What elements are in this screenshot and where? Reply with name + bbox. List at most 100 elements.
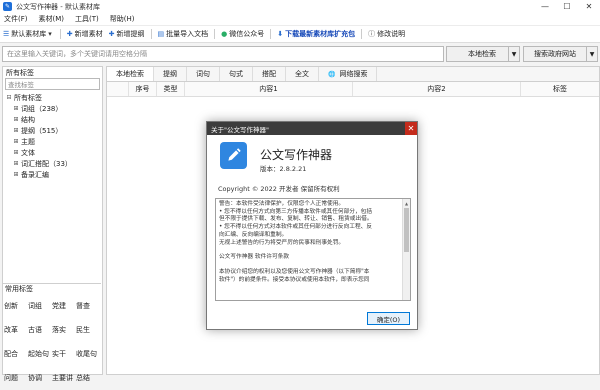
- add-icon: ✚: [66, 30, 73, 38]
- common-tag[interactable]: 配合: [4, 342, 28, 366]
- menu-bar: 文件(F) 素材(M) 工具(T) 帮助(H): [0, 13, 600, 26]
- maximize-button[interactable]: ☐: [556, 0, 578, 13]
- license-text-box[interactable]: 警告：本软件受法律保护，仅限您个人正常使用。 • 您不得以任何方式向第三方传播本软…: [215, 198, 411, 301]
- menu-help[interactable]: 帮助(H): [110, 14, 135, 24]
- license-text-line: 无视上述警告的行为将受严厉的民事和刑事处罚。: [219, 239, 345, 246]
- column-header-tags[interactable]: 标签: [521, 82, 599, 96]
- menu-file[interactable]: 文件(F): [4, 14, 28, 24]
- all-tags-title: 所有标签: [6, 68, 34, 77]
- tab-3[interactable]: 句式: [220, 67, 253, 81]
- tag-tree-item[interactable]: ⊞ 文体: [3, 147, 102, 158]
- gov-search-dropdown[interactable]: ▼: [586, 46, 598, 62]
- tag-filter-input[interactable]: 查找标签: [5, 78, 100, 90]
- tab-bar: 本地检索 提纲 词句 句式 搭配 全文 🌐 网络搜索: [107, 67, 599, 82]
- tag-tree-item[interactable]: ⊞ 词组（238）: [3, 103, 102, 114]
- download-pack-link[interactable]: ⬇ 下载最新素材库扩充包: [277, 29, 355, 39]
- change-log-button[interactable]: ⓘ 修改说明: [368, 29, 405, 39]
- expand-icon[interactable]: ⊞: [12, 160, 20, 167]
- common-tag[interactable]: 词组: [28, 294, 52, 318]
- tag-tree-item[interactable]: ⊞ 词汇搭配（33）: [3, 158, 102, 169]
- tab-1[interactable]: 提纲: [154, 67, 187, 81]
- chevron-down-icon: ▼: [589, 50, 595, 58]
- dialog-copyright: Copyright © 2022 开发者 保留所有权利: [218, 185, 340, 193]
- common-tag[interactable]: 古语: [28, 318, 52, 342]
- toolbar-divider: [214, 29, 216, 39]
- tab-label: 本地检索: [116, 70, 144, 78]
- common-tags-grid: 创新 词组 党建 督查改革 古语 落实 民生配合 起始句 实干 收尾句问题 协调 主要讲 总结: [4, 294, 101, 390]
- common-tag[interactable]: 改革: [4, 318, 28, 342]
- common-tag[interactable]: 落实: [52, 318, 76, 342]
- tab-0[interactable]: 本地检索: [107, 67, 154, 81]
- expand-icon[interactable]: ⊞: [12, 138, 20, 145]
- library-icon: ☰: [3, 30, 10, 38]
- column-header-type[interactable]: 类型: [157, 82, 185, 96]
- common-tag[interactable]: 主要讲: [52, 366, 76, 390]
- new-material-button[interactable]: ✚ 新增素材: [67, 29, 103, 39]
- tag-tree-label: 词组（238）: [21, 104, 63, 113]
- search-row: 在这里输入关键词，多个关键词请用空格分隔 本地检索 ▼ 搜索政府网站 ▼: [0, 45, 600, 63]
- common-tag[interactable]: 收尾句: [76, 342, 100, 366]
- ok-button[interactable]: 确定(O): [367, 312, 410, 325]
- column-header-content2[interactable]: 内容2: [353, 82, 521, 96]
- tag-tree: ⊟ 所有标签 ⊞ 词组（238） ⊞ 结构 ⊞ 提纲（515） ⊞ 主题 ⊞ 文体 ⊞ 词汇搭配（33） ⊞…: [3, 92, 102, 180]
- gov-search-button[interactable]: 搜索政府网站: [523, 46, 587, 62]
- license-scrollbar[interactable]: ▲: [402, 199, 410, 300]
- tab-2[interactable]: 词句: [187, 67, 220, 81]
- wechat-button[interactable]: ● 微信公众号: [221, 29, 264, 39]
- expand-icon[interactable]: ⊞: [12, 105, 20, 112]
- import-icon: ▤: [157, 30, 165, 38]
- common-tag[interactable]: 协调: [28, 366, 52, 390]
- expand-icon[interactable]: ⊞: [12, 116, 20, 123]
- expand-icon[interactable]: ⊞: [12, 127, 20, 134]
- menu-tools[interactable]: 工具(T): [75, 14, 99, 24]
- close-window-button[interactable]: ✕: [578, 0, 600, 13]
- scroll-up-icon[interactable]: ▲: [403, 199, 410, 207]
- toolbar-divider: [361, 29, 363, 39]
- column-header-content1[interactable]: 内容1: [185, 82, 353, 96]
- common-tag[interactable]: 起始句: [28, 342, 52, 366]
- expand-icon[interactable]: ⊞: [12, 149, 20, 156]
- common-tag[interactable]: 民生: [76, 318, 100, 342]
- toolbar: ☰ 默认素材库 ▾ ✚ 新增素材 ✚ 新增提纲 ▤ 批量导入文档 ● 微信公众号 ⬇ 下载最新…: [0, 26, 600, 43]
- download-icon: ⬇: [277, 30, 284, 38]
- search-input[interactable]: 在这里输入关键词，多个关键词请用空格分隔: [2, 46, 444, 62]
- tab-4[interactable]: 搭配: [253, 67, 286, 81]
- new-outline-button[interactable]: ✚ 新增提纲: [109, 29, 145, 39]
- column-header-index[interactable]: 序号: [129, 82, 157, 96]
- common-tag[interactable]: 实干: [52, 342, 76, 366]
- license-text-line: 本协议介绍您的权利以及您使用公文写作神器（以下简称"本: [219, 268, 370, 275]
- tab-6[interactable]: 🌐 网络搜索: [319, 67, 378, 81]
- tab-label: 句式: [229, 70, 243, 78]
- dialog-close-button[interactable]: ✕: [405, 122, 417, 135]
- tag-tree-item[interactable]: ⊟ 所有标签: [3, 92, 102, 103]
- scroll-thumb[interactable]: [404, 208, 409, 252]
- tab-label: 全文: [295, 70, 309, 78]
- tab-5[interactable]: 全文: [286, 67, 319, 81]
- tag-tree-item[interactable]: ⊞ 主题: [3, 136, 102, 147]
- tag-tree-item[interactable]: ⊞ 结构: [3, 114, 102, 125]
- default-library-button[interactable]: ☰ 默认素材库 ▾: [3, 29, 54, 39]
- license-text-line: 警告：本软件受法律保护，仅限您个人正常使用。: [219, 201, 345, 207]
- common-tag[interactable]: 总结: [76, 366, 100, 390]
- tab-label: 网络搜索: [339, 70, 368, 78]
- menu-material[interactable]: 素材(M): [39, 14, 65, 24]
- common-tag[interactable]: 督查: [76, 294, 100, 318]
- common-tag[interactable]: 创新: [4, 294, 28, 318]
- tag-tree-label: 提纲（515）: [21, 126, 63, 135]
- chevron-down-icon: ▼: [511, 50, 517, 58]
- expand-icon[interactable]: ⊞: [12, 171, 20, 178]
- common-tags-panel: 常用标签 创新 词组 党建 督查 改革 古语 落实 民生 配合 起始句 实干 收尾句 问题 协调 主要讲 总结: [2, 283, 101, 390]
- collapse-icon[interactable]: ⊟: [5, 94, 13, 101]
- dialog-app-name: 公文写作神器: [260, 148, 333, 162]
- minimize-button[interactable]: —: [534, 0, 556, 13]
- dialog-version: 版本：2.8.2.21: [260, 165, 307, 173]
- tag-tree-item[interactable]: ⊞ 提纲（515）: [3, 125, 102, 136]
- info-icon: ⓘ: [368, 30, 376, 38]
- common-tag[interactable]: 党建: [52, 294, 76, 318]
- local-search-dropdown[interactable]: ▼: [508, 46, 520, 62]
- batch-import-button[interactable]: ▤ 批量导入文档: [158, 29, 209, 39]
- tag-tree-item[interactable]: ⊞ 备录汇编: [3, 169, 102, 180]
- tab-label: 词句: [196, 70, 210, 78]
- window-controls: — ☐ ✕: [534, 0, 600, 13]
- common-tag[interactable]: 问题: [4, 366, 28, 390]
